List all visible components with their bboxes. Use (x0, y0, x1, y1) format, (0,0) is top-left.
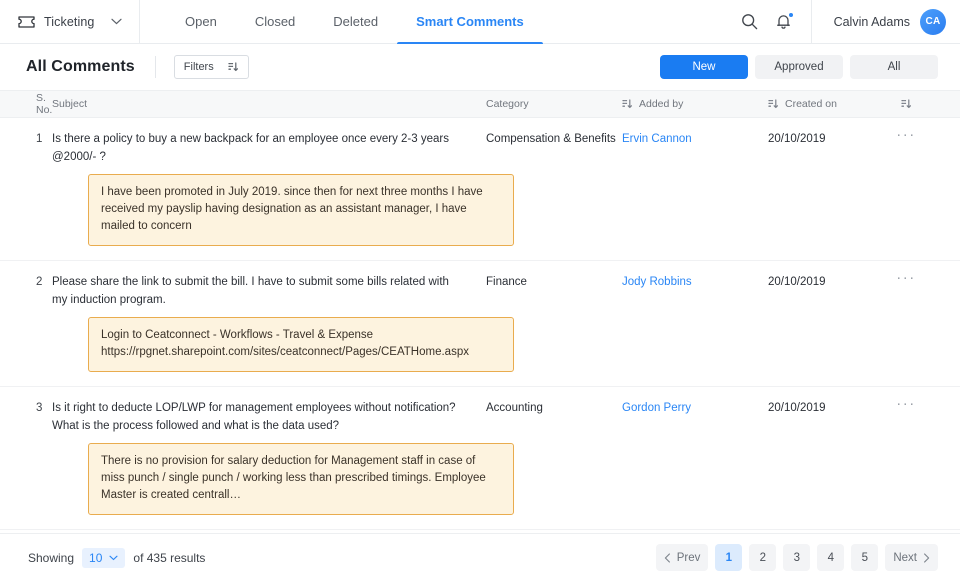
cell-created-on: 20/10/2019 (768, 402, 826, 414)
cell-added-by-link[interactable]: Ervin Cannon (622, 133, 692, 145)
column-header-subject: Subject (52, 98, 88, 110)
cell-subject: Please share the link to submit the bill… (52, 276, 449, 306)
pagination-next-button[interactable]: Next (885, 544, 938, 571)
table-row[interactable]: 3 Is it right to deducte LOP/LWP for man… (0, 387, 960, 530)
comment-box: I have been promoted in July 2019. since… (88, 174, 514, 246)
table-row-main: 3 Is it right to deducte LOP/LWP for man… (0, 387, 960, 434)
cell-category: Finance (486, 276, 527, 288)
tab-open[interactable]: Open (166, 0, 236, 43)
results-summary: Showing 10 of 435 results (28, 547, 206, 568)
filters-label: Filters (183, 61, 214, 73)
cell-serial: 2 (36, 276, 43, 288)
notifications-button[interactable] (767, 5, 801, 39)
column-header-added-by: Added by (622, 98, 768, 110)
pagination-page-4[interactable]: 4 (817, 544, 845, 571)
pagination: Prev 1 2 3 4 5 Next (655, 544, 938, 571)
page-size-value: 10 (89, 550, 103, 565)
pagination-prev-label: Prev (676, 551, 701, 564)
cell-subject: Is it right to deducte LOP/LWP for manag… (52, 402, 456, 432)
column-header-serial: S. No. (36, 92, 53, 116)
cell-serial: 3 (36, 402, 43, 414)
column-header-created-on-label: Created on (785, 98, 837, 110)
top-navigation-bar: Ticketing Open Closed Deleted Smart Comm… (0, 0, 960, 44)
page-title: All Comments (26, 58, 135, 75)
tab-smart-comments[interactable]: Smart Comments (397, 0, 543, 44)
tab-smart-comments-label: Smart Comments (416, 14, 524, 29)
tab-deleted-label: Deleted (333, 14, 379, 29)
column-header-category: Category (486, 98, 622, 110)
app-root: Ticketing Open Closed Deleted Smart Comm… (0, 0, 960, 581)
sort-icon-created-on-left[interactable] (768, 99, 779, 109)
main-tabs: Open Closed Deleted Smart Comments (166, 0, 543, 44)
segment-approved[interactable]: Approved (755, 55, 843, 79)
user-menu[interactable]: Calvin Adams CA (810, 0, 960, 43)
tab-deleted[interactable]: Deleted (314, 0, 397, 43)
search-button[interactable] (733, 5, 767, 39)
page-toolbar: All Comments Filters New Approved All (0, 44, 960, 90)
pagination-prev-button[interactable]: Prev (655, 544, 709, 571)
top-bar-actions: Calvin Adams CA (733, 0, 960, 43)
column-header-category-label: Category (486, 98, 529, 110)
table-row-main: 1 Is there a policy to buy a new backpac… (0, 118, 960, 165)
cell-category: Accounting (486, 402, 543, 414)
ticket-icon (18, 15, 35, 28)
more-horizontal-icon[interactable]: ··· (896, 127, 916, 142)
tab-closed-label: Closed (254, 14, 296, 29)
pagination-next-label: Next (893, 551, 917, 564)
table-row[interactable]: 1 Is there a policy to buy a new backpac… (0, 118, 960, 261)
chevron-down-icon (109, 555, 118, 561)
results-count-label: of 435 results (133, 550, 206, 565)
toolbar-divider (154, 56, 156, 78)
column-header-created-on: Created on (768, 98, 876, 110)
cell-category: Compensation & Benefits (486, 133, 616, 145)
sort-icon-added-by[interactable] (622, 99, 633, 109)
pagination-page-5[interactable]: 5 (851, 544, 879, 571)
sort-icon (228, 62, 239, 72)
comment-container: I have been promoted in July 2019. since… (0, 165, 960, 260)
avatar: CA (920, 8, 946, 35)
chevron-left-icon (664, 552, 671, 563)
pagination-page-3[interactable]: 3 (783, 544, 811, 571)
column-header-added-by-label: Added by (639, 98, 684, 110)
chevron-right-icon (923, 552, 930, 563)
search-icon (741, 13, 758, 30)
tab-open-label: Open (185, 14, 217, 29)
brand-ticketing-selector[interactable]: Ticketing (0, 0, 140, 43)
pagination-page-1[interactable]: 1 (715, 544, 743, 571)
brand-label: Ticketing (44, 14, 95, 29)
comment-box: Login to Ceatconnect - Workflows - Trave… (88, 317, 514, 372)
comment-box: There is no provision for salary deducti… (88, 443, 514, 515)
segment-new[interactable]: New (660, 55, 748, 79)
cell-added-by-link[interactable]: Gordon Perry (622, 402, 691, 414)
status-filter-group: New Approved All (660, 55, 938, 79)
table-row-main: 2 Please share the link to submit the bi… (0, 261, 960, 308)
comments-table-body: 1 Is there a policy to buy a new backpac… (0, 118, 960, 533)
filters-button[interactable]: Filters (173, 55, 249, 79)
tab-closed[interactable]: Closed (236, 0, 314, 43)
cell-created-on: 20/10/2019 (768, 133, 826, 145)
table-row[interactable]: 2 Please share the link to submit the bi… (0, 261, 960, 387)
chevron-down-icon[interactable] (111, 18, 123, 25)
page-size-select[interactable]: 10 (82, 547, 126, 568)
more-horizontal-icon[interactable]: ··· (896, 270, 916, 285)
pagination-page-2[interactable]: 2 (749, 544, 777, 571)
comment-container: Login to Ceatconnect - Workflows - Trave… (0, 308, 960, 386)
cell-serial: 1 (36, 133, 43, 145)
user-name-label: Calvin Adams (833, 14, 910, 29)
notification-badge-dot (787, 11, 794, 18)
more-horizontal-icon[interactable]: ··· (896, 396, 916, 411)
sort-icon-actions[interactable] (900, 99, 912, 109)
column-header-actions (876, 99, 936, 109)
showing-label: Showing (28, 550, 75, 565)
cell-added-by-link[interactable]: Jody Robbins (622, 276, 692, 288)
cell-created-on: 20/10/2019 (768, 276, 826, 288)
table-header-row: S. No. Subject Category Added by Created… (0, 90, 960, 118)
table-footer: Showing 10 of 435 results Prev 1 2 3 4 5… (0, 533, 960, 581)
comment-container: There is no provision for salary deducti… (0, 434, 960, 529)
segment-all[interactable]: All (850, 55, 938, 79)
cell-subject: Is there a policy to buy a new backpack … (52, 133, 449, 163)
